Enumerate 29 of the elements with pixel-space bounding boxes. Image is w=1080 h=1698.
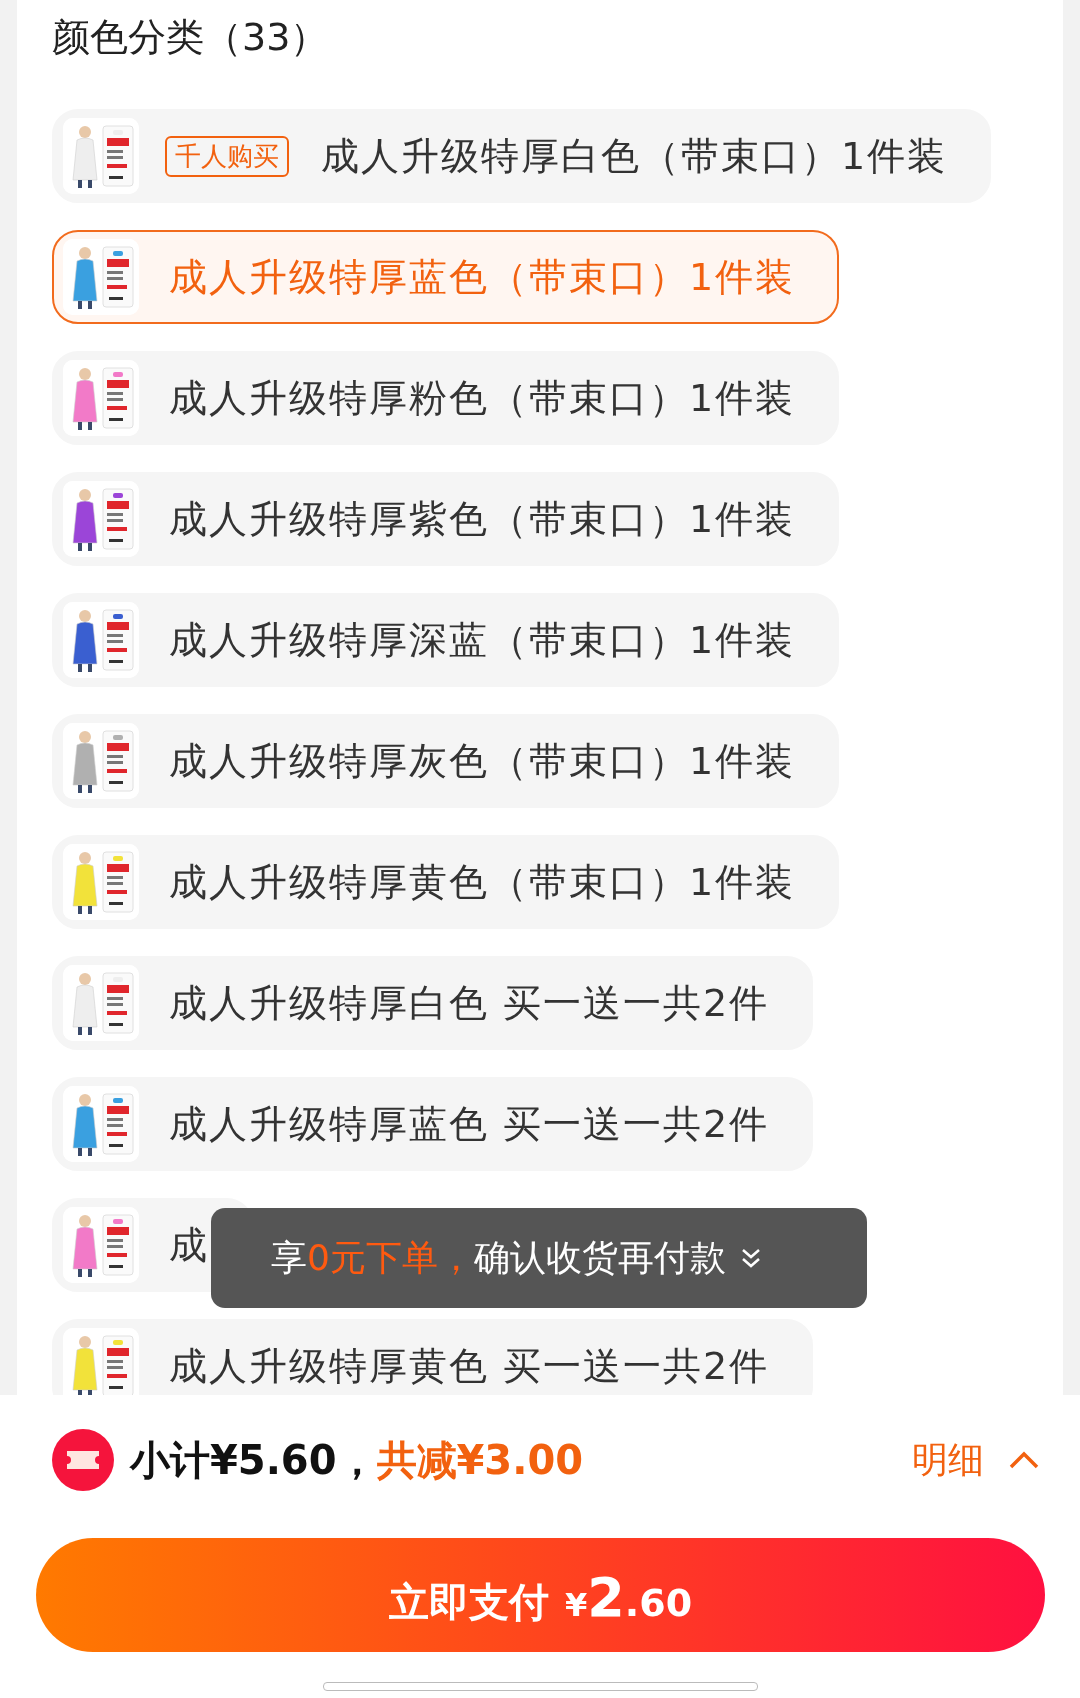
option-label: 成人升级特厚粉色（带束口）1件装 (169, 374, 796, 422)
color-option[interactable]: 成人升级特厚灰色（带束口）1件装 (52, 714, 840, 808)
home-indicator[interactable] (323, 1682, 758, 1691)
color-option[interactable]: 成人升级特厚深蓝（带束口）1件装 (52, 593, 840, 687)
option-label: 成人升级特厚蓝色 买一送一共2件 (169, 1100, 770, 1148)
toast-text: 享0元下单，确认收货再付款 (271, 1235, 726, 1280)
color-option[interactable]: 成人升级特厚黄色 买一送一共2件 (52, 1319, 814, 1395)
color-option[interactable]: 千人购买 成人升级特厚白色（带束口）1件装 (52, 109, 992, 203)
option-label: 成人升级特厚黄色（带束口）1件装 (169, 858, 796, 906)
coupon-icon (52, 1429, 114, 1491)
section-title: 颜色分类（33） (52, 14, 329, 61)
option-label: 成人升级特厚白色（带束口）1件装 (321, 132, 948, 180)
color-option[interactable]: 成人升级特厚蓝色 买一送一共2件 (52, 1077, 814, 1171)
subtotal-text: 小计¥5.60， (130, 1435, 377, 1485)
discount-text: 共减¥3.00 (376, 1435, 584, 1485)
color-option[interactable]: 成人升级特厚白色 买一送一共2件 (52, 956, 814, 1050)
tag: 千人购买 (165, 135, 289, 177)
option-label: 成人升级特厚蓝色（带束口）1件装 (169, 253, 796, 301)
option-label: 成 (169, 1221, 209, 1269)
option-label: 成人升级特厚紫色（带束口）1件装 (169, 495, 796, 543)
color-option[interactable]: 成人升级特厚黄色（带束口）1件装 (52, 835, 840, 929)
option-label: 成人升级特厚白色 买一送一共2件 (169, 979, 770, 1027)
color-option[interactable]: 成人升级特厚紫色（带束口）1件装 (52, 472, 840, 566)
chevron-up-icon[interactable] (1008, 1450, 1040, 1470)
option-label: 成人升级特厚深蓝（带束口）1件装 (169, 616, 796, 664)
option-label: 成人升级特厚黄色 买一送一共2件 (169, 1342, 770, 1390)
color-option[interactable]: 成人升级特厚粉色（带束口）1件装 (52, 351, 840, 445)
option-label: 成人升级特厚灰色（带束口）1件装 (169, 737, 796, 785)
pay-button[interactable]: 立即支付 ¥2.60 (36, 1538, 1045, 1652)
